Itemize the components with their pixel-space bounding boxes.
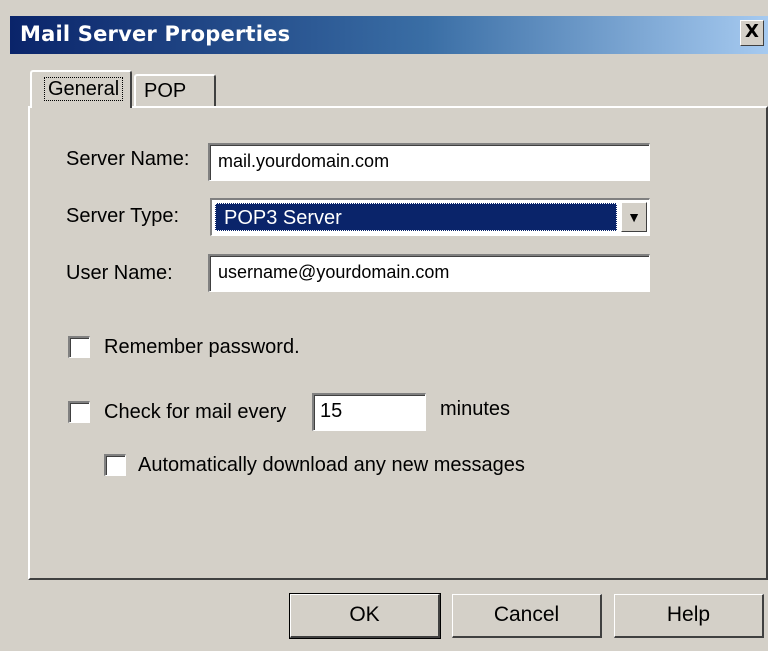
tab-pop[interactable]: POP <box>134 74 216 106</box>
close-icon[interactable]: X <box>740 20 764 46</box>
window-title: Mail Server Properties <box>20 22 291 46</box>
check-interval-input[interactable]: 15 <box>312 393 426 431</box>
server-type-selected-value: POP3 Server <box>215 203 617 231</box>
ok-button[interactable]: OK <box>289 593 441 639</box>
help-button[interactable]: Help <box>614 594 764 638</box>
user-name-label: User Name: <box>66 262 173 284</box>
auto-download-label[interactable]: Automatically download any new messages <box>138 454 525 477</box>
minutes-label: minutes <box>440 398 511 420</box>
server-name-input[interactable]: mail.yourdomain.com <box>208 143 650 181</box>
remember-password-checkbox[interactable] <box>68 336 90 358</box>
cancel-button[interactable]: Cancel <box>452 594 602 638</box>
tab-general-label: General <box>44 77 124 101</box>
chevron-down-icon[interactable]: ▼ <box>621 202 647 232</box>
auto-download-checkbox[interactable] <box>104 454 126 476</box>
user-name-input[interactable]: username@yourdomain.com <box>208 254 650 292</box>
check-mail-label[interactable]: Check for mail every <box>104 401 286 424</box>
check-mail-checkbox[interactable] <box>68 401 90 423</box>
tab-general[interactable]: General <box>30 70 132 111</box>
server-type-label: Server Type: <box>66 205 180 227</box>
remember-password-label[interactable]: Remember password. <box>104 336 300 359</box>
mail-server-properties-dialog: Mail Server Properties X General POP Ser… <box>0 0 768 651</box>
tab-pop-label: POP <box>144 80 187 102</box>
server-name-label: Server Name: <box>66 148 190 170</box>
title-bar[interactable]: Mail Server Properties X <box>10 16 768 54</box>
server-type-select[interactable]: POP3 Server ▼ <box>210 198 650 236</box>
